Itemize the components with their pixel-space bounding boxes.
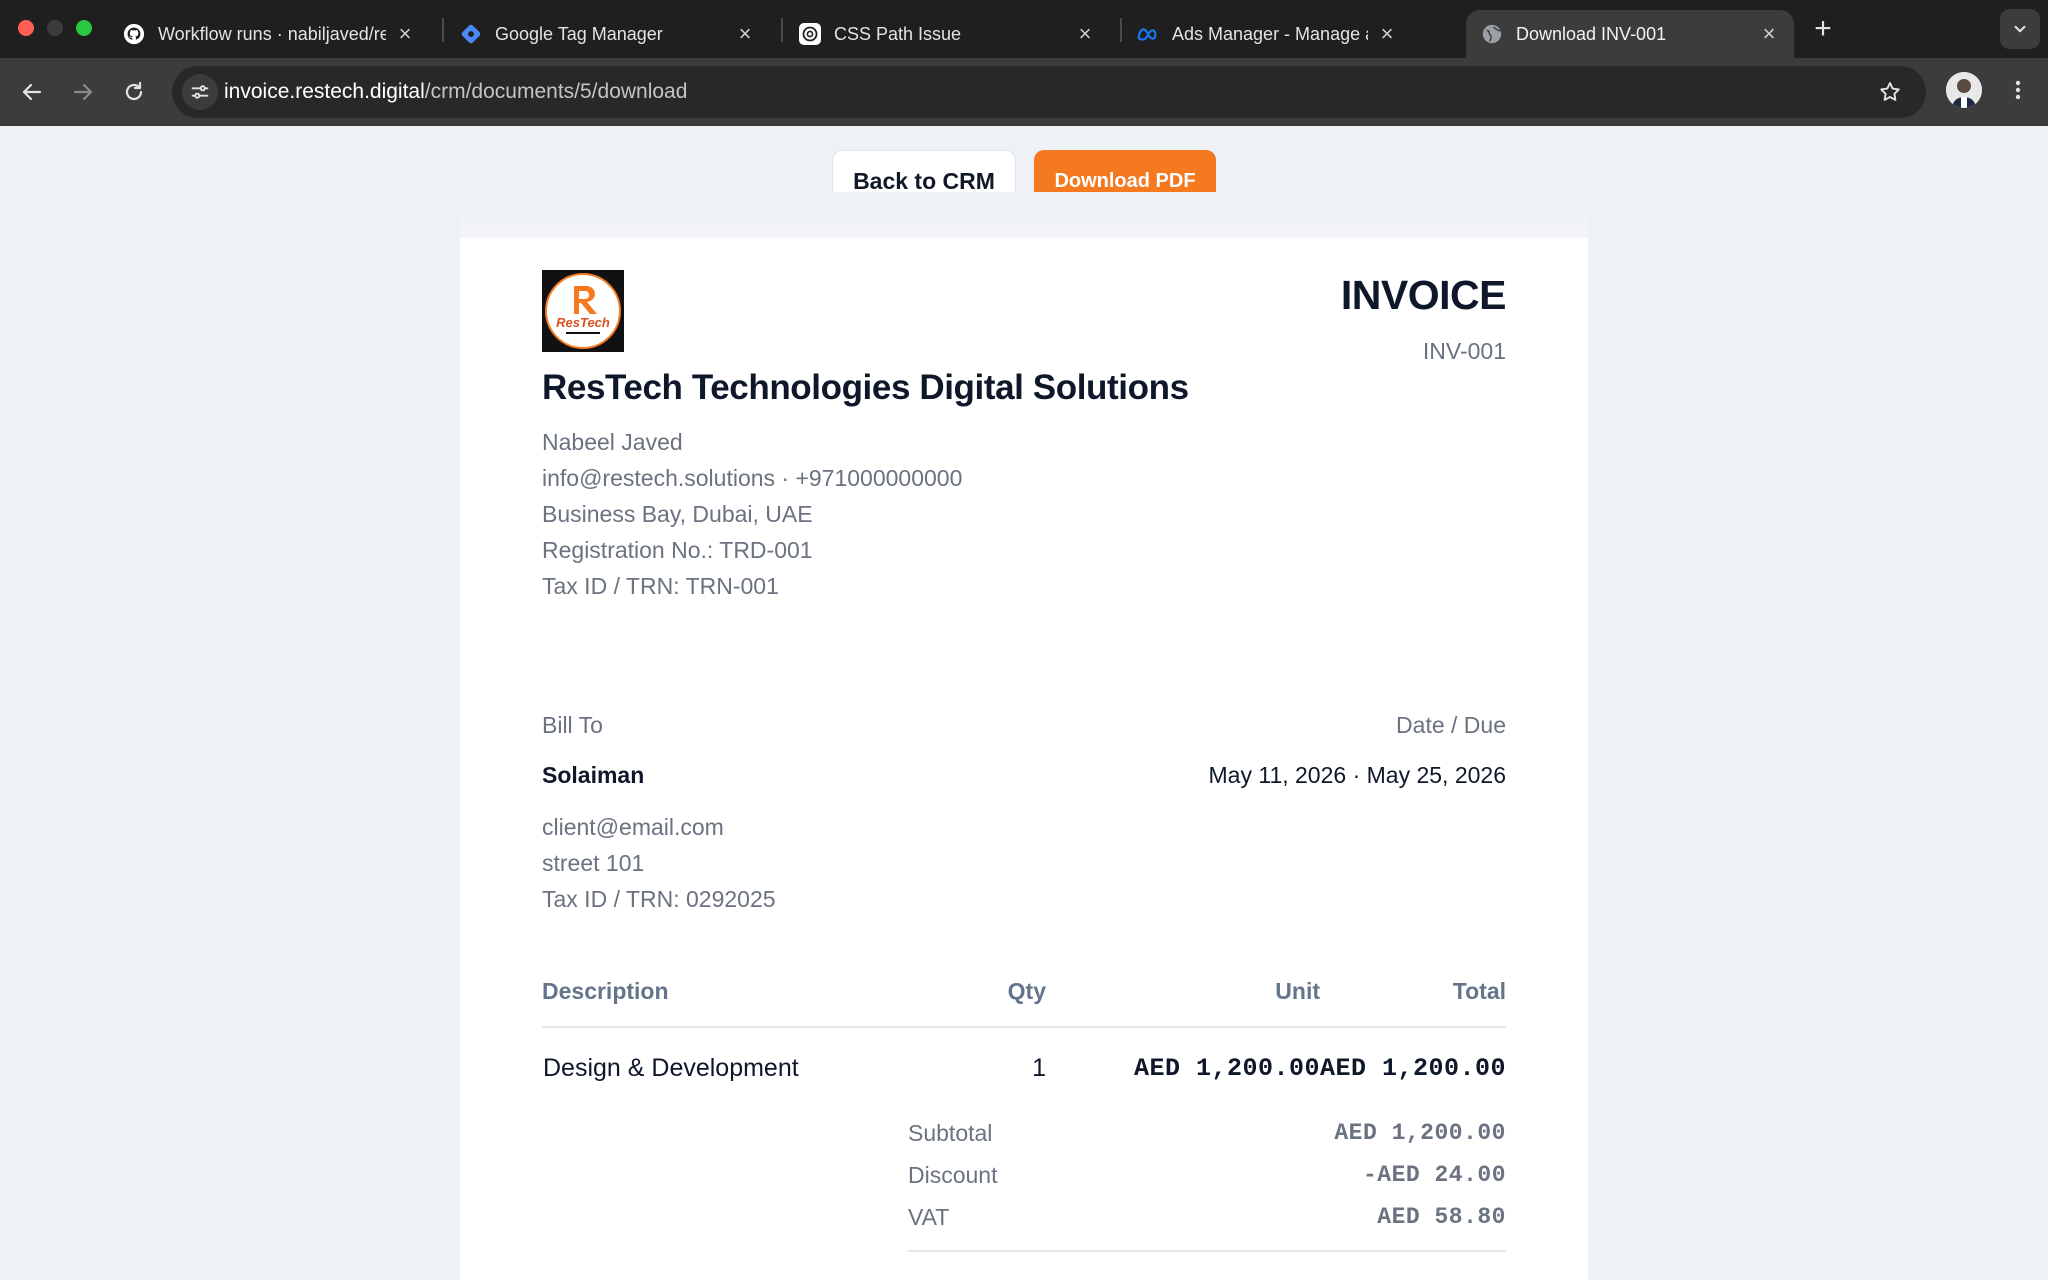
invoice-document: ResTech INVOICE INV-001 ResTech Technolo…	[460, 238, 1588, 1280]
url-text[interactable]: invoice.restech.digital/crm/documents/5/…	[224, 80, 687, 104]
browser-tab[interactable]: Google Tag Manager ×	[445, 10, 770, 58]
column-header-total: Total	[1452, 978, 1506, 1004]
sheet-shadow	[460, 192, 1588, 240]
tab-search-button[interactable]	[2000, 9, 2040, 49]
seller-address: Business Bay, Dubai, UAE	[542, 501, 813, 527]
tab-title: Workflow runs · nabiljaved/re	[158, 23, 386, 44]
column-header-qty: Qty	[1007, 978, 1046, 1004]
client-address: street 101	[542, 850, 645, 876]
close-icon[interactable]: ×	[1376, 23, 1398, 45]
browser-tab-bar: Workflow runs · nabiljaved/re × Google T…	[0, 0, 2048, 58]
reload-button[interactable]	[116, 74, 152, 110]
line-item-qty: 1	[1032, 1054, 1046, 1082]
meta-icon	[1136, 22, 1160, 46]
window-maximize-button[interactable]	[76, 20, 92, 36]
close-icon[interactable]: ×	[394, 23, 416, 45]
profile-avatar[interactable]	[1946, 72, 1982, 108]
window-close-button[interactable]	[18, 20, 34, 36]
forward-button[interactable]	[65, 74, 101, 110]
seller-email-phone: info@restech.solutions · +971000000000	[542, 465, 963, 491]
close-icon[interactable]: ×	[1758, 23, 1780, 45]
bill-to-label: Bill To	[542, 712, 603, 738]
browser-tab[interactable]: CSS Path Issue ×	[784, 10, 1110, 58]
browser-tab[interactable]: Workflow runs · nabiljaved/re ×	[108, 10, 430, 58]
chevron-down-icon	[2014, 25, 2026, 33]
openai-icon	[798, 22, 822, 46]
globe-icon	[1480, 22, 1504, 46]
summary-divider	[908, 1250, 1506, 1252]
company-logo: ResTech	[542, 270, 624, 352]
discount-value: -AED 24.00	[1362, 1162, 1506, 1188]
window-minimize-button[interactable]	[47, 20, 63, 36]
vat-value: AED 58.80	[1377, 1204, 1506, 1230]
company-name: ResTech Technologies Digital Solutions	[542, 368, 1189, 407]
gtm-icon	[459, 22, 483, 46]
tab-separator	[442, 18, 444, 42]
column-header-unit: Unit	[1275, 978, 1320, 1004]
subtotal-value: AED 1,200.00	[1334, 1120, 1506, 1146]
column-header-description: Description	[542, 978, 669, 1004]
tab-title: Google Tag Manager	[495, 23, 663, 44]
address-bar[interactable]: invoice.restech.digital/crm/documents/5/…	[172, 66, 1926, 118]
site-settings-icon[interactable]	[182, 74, 218, 110]
discount-label: Discount	[908, 1162, 998, 1188]
tab-title: Download INV-001	[1516, 23, 1667, 44]
invoice-title: INVOICE	[1340, 272, 1507, 318]
close-icon[interactable]: ×	[734, 23, 756, 45]
table-header-divider	[542, 1026, 1506, 1028]
page-content: Back to CRM Download PDF ResTech INVOICE…	[0, 126, 2048, 1280]
url-host: invoice.restech.digital	[224, 80, 425, 103]
seller-registration: Registration No.: TRD-001	[542, 537, 813, 563]
tab-title: Ads Manager - Manage ads -	[1172, 23, 1368, 44]
client-name: Solaiman	[542, 762, 645, 788]
client-email: client@email.com	[542, 814, 724, 840]
browser-toolbar: invoice.restech.digital/crm/documents/5/…	[0, 58, 2048, 126]
browser-menu-button[interactable]	[2000, 72, 2036, 108]
browser-tab[interactable]: Ads Manager - Manage ads - ×	[1122, 10, 1412, 58]
vat-label: VAT	[908, 1204, 950, 1230]
logo-wordmark: ResTech	[556, 315, 610, 330]
arrow-right-icon	[73, 83, 93, 101]
tab-title: CSS Path Issue	[834, 23, 962, 44]
line-item-total: AED 1,200.00	[1319, 1054, 1506, 1083]
line-item-unit-price: AED 1,200.00	[1133, 1054, 1320, 1083]
tab-separator	[781, 18, 783, 42]
url-path: /crm/documents/5/download	[424, 80, 688, 103]
reload-icon	[125, 81, 143, 101]
invoice-number: INV-001	[1422, 338, 1506, 364]
back-button[interactable]	[14, 74, 50, 110]
invoice-dates: May 11, 2026 · May 25, 2026	[1208, 762, 1506, 788]
seller-contact: Nabeel Javed	[542, 429, 683, 455]
client-tax-id: Tax ID / TRN: 0292025	[542, 886, 776, 912]
arrow-left-icon	[22, 83, 42, 101]
close-icon[interactable]: ×	[1074, 23, 1096, 45]
date-due-label: Date / Due	[1396, 712, 1506, 738]
github-icon	[122, 22, 146, 46]
seller-tax-id: Tax ID / TRN: TRN-001	[542, 573, 779, 599]
line-item-description: Design & Development	[543, 1054, 799, 1082]
browser-tab-active[interactable]: Download INV-001 ×	[1466, 10, 1794, 58]
bookmark-star-icon[interactable]	[1876, 78, 1904, 106]
new-tab-button[interactable]: +	[1808, 14, 1838, 44]
more-vertical-icon	[2015, 80, 2021, 100]
subtotal-label: Subtotal	[908, 1120, 993, 1146]
